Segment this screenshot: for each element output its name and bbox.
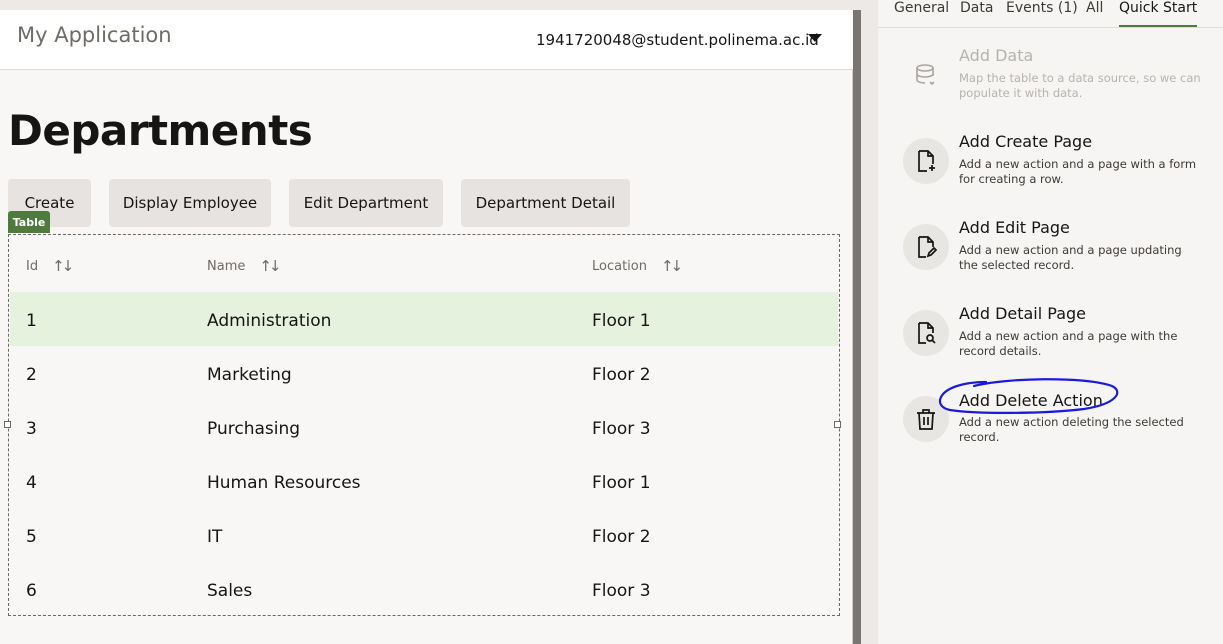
sort-icon[interactable]: ↑↓ [52, 257, 74, 275]
table-row[interactable]: 6 Sales Floor 3 [10, 562, 838, 616]
table-row[interactable]: 2 Marketing Floor 2 [10, 346, 838, 400]
page-edit-icon[interactable] [903, 224, 949, 270]
tab-quick-start[interactable]: Quick Start [1119, 0, 1198, 27]
column-header-id[interactable]: Id ↑↓ [26, 257, 74, 275]
quick-start-title[interactable]: Add Detail Page [959, 304, 1086, 323]
tab-general[interactable]: General [894, 0, 949, 27]
cell-id: 3 [26, 419, 37, 439]
page-add-icon[interactable] [903, 138, 949, 184]
panel-tabs: General Data Events (1) All Quick Start [878, 0, 1223, 28]
canvas-scrollbar[interactable] [853, 10, 861, 644]
column-header-name[interactable]: Name ↑↓ [207, 257, 282, 275]
sort-icon[interactable]: ↑↓ [661, 257, 683, 275]
cell-location: Floor 1 [592, 311, 651, 331]
quick-start-description: Add a new action deleting the selected r… [959, 415, 1184, 444]
app-title: My Application [17, 23, 172, 47]
cell-location: Floor 2 [592, 365, 651, 385]
cell-id: 4 [26, 473, 37, 493]
tab-events[interactable]: Events (1) [1006, 0, 1078, 27]
table-row[interactable]: 5 IT Floor 2 [10, 508, 838, 562]
quick-start-description: Add a new action and a page with the rec… [959, 329, 1178, 358]
column-header-location[interactable]: Location ↑↓ [592, 257, 683, 275]
sort-icon[interactable]: ↑↓ [259, 257, 281, 275]
cell-name: Sales [207, 581, 253, 601]
quick-start-title: Add Data [959, 46, 1034, 65]
tab-all[interactable]: All [1086, 0, 1103, 27]
database-icon [903, 52, 949, 98]
table-row[interactable]: 3 Purchasing Floor 3 [10, 400, 838, 454]
table-row[interactable]: 4 Human Resources Floor 1 [10, 454, 838, 508]
quick-start-title[interactable]: Add Edit Page [959, 218, 1070, 237]
cell-location: Floor 3 [592, 419, 651, 439]
quick-start-title[interactable]: Add Delete Action [959, 391, 1103, 410]
app-header: My Application 1941720048@student.poline… [0, 10, 853, 70]
quick-start-description: Map the table to a data source, so we ca… [959, 71, 1201, 100]
cell-name: Marketing [207, 365, 292, 385]
cell-name: Human Resources [207, 473, 361, 493]
tab-data[interactable]: Data [960, 0, 993, 27]
cell-location: Floor 2 [592, 527, 651, 547]
cell-name: Administration [207, 311, 332, 331]
cell-id: 5 [26, 527, 37, 547]
cell-location: Floor 3 [592, 581, 651, 601]
column-header-label: Location [592, 258, 647, 274]
quick-start-title[interactable]: Add Create Page [959, 132, 1092, 151]
table-component-badge: Table [8, 211, 50, 233]
edit-department-button[interactable]: Edit Department [289, 179, 443, 227]
display-employee-button[interactable]: Display Employee [109, 179, 271, 227]
column-header-label: Id [26, 258, 39, 274]
cell-name: IT [207, 527, 223, 547]
department-detail-button[interactable]: Department Detail [461, 179, 630, 227]
trash-icon[interactable] [903, 396, 949, 442]
properties-panel: General Data Events (1) All Quick Start … [878, 0, 1223, 644]
cell-location: Floor 1 [592, 473, 651, 493]
departments-table[interactable]: Id ↑↓ Name ↑↓ Location ↑↓ 1 Administrati… [4, 234, 841, 616]
page-title: Departments [8, 106, 313, 155]
designer-canvas: My Application 1941720048@student.poline… [0, 0, 878, 644]
page-search-icon[interactable] [903, 310, 949, 356]
user-menu[interactable]: 1941720048@student.polinema.ac.id [536, 31, 819, 49]
cell-id: 6 [26, 581, 37, 601]
cell-id: 1 [26, 311, 37, 331]
column-header-label: Name [207, 258, 246, 274]
app-preview: My Application 1941720048@student.poline… [0, 10, 853, 644]
caret-down-icon[interactable] [808, 34, 822, 42]
table-row[interactable]: 1 Administration Floor 1 [10, 292, 838, 346]
cell-name: Purchasing [207, 419, 301, 439]
quick-start-description: Add a new action and a page updating the… [959, 243, 1182, 272]
cell-id: 2 [26, 365, 37, 385]
quick-start-description: Add a new action and a page with a form … [959, 157, 1197, 186]
